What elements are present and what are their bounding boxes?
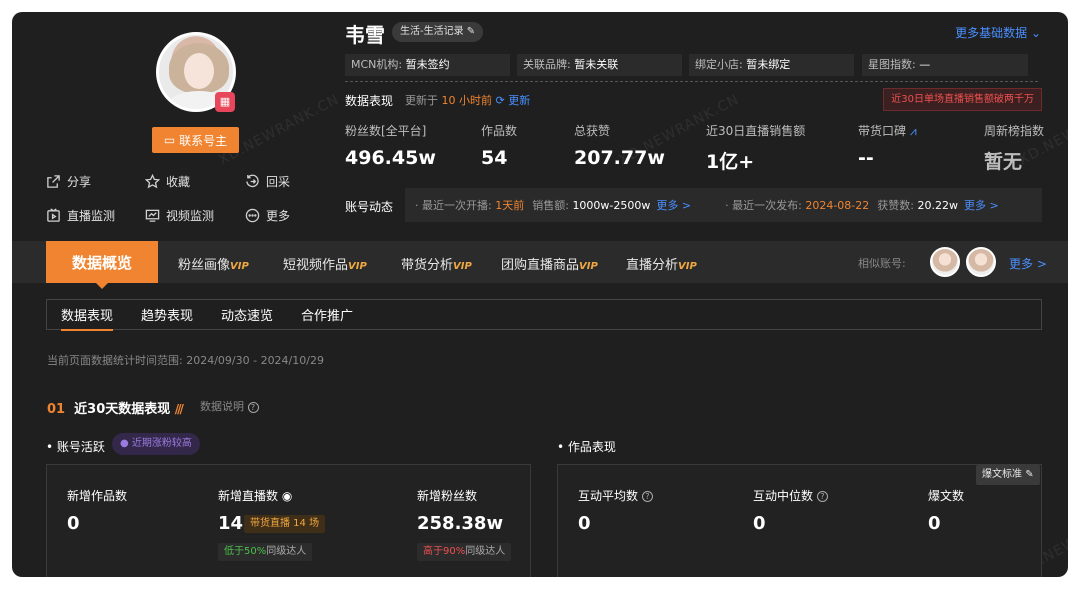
stat-value: 54 — [481, 147, 508, 169]
qr-code-icon[interactable]: ▦ — [215, 92, 235, 112]
new-works-label: 新增作品数 — [67, 489, 128, 503]
sales-alert-badge: 近30日单场直播销售额破两千万 — [883, 88, 1042, 111]
contact-owner-button[interactable]: ▭ 联系号主 — [152, 127, 239, 153]
live-monitor-icon — [47, 208, 60, 222]
more-actions-button[interactable]: 更多 — [245, 207, 290, 224]
user-icon: ● — [120, 438, 129, 449]
similar-more-link[interactable]: 更多 > — [1009, 255, 1047, 272]
share-button[interactable]: 分享 — [46, 173, 91, 190]
main-tab-bar: 数据概览 粉丝画像VIP 短视频作品VIP 带货分析VIP 团购直播商品VIP … — [12, 241, 1068, 289]
sub-tab-bar: 数据表现 趋势表现 动态速览 合作推广 — [46, 299, 1042, 331]
refresh-button[interactable]: ⟳ 更新 — [496, 94, 531, 107]
hit-count-label: 爆文数 — [928, 489, 965, 503]
star-index-info: 星图指数: — — [862, 54, 1028, 76]
video-monitor-button[interactable]: 视频监测 — [145, 207, 214, 224]
chart-icon[interactable]: ⩘ — [910, 124, 917, 138]
subtab-dynamics[interactable]: 动态速览 — [207, 305, 287, 324]
stat-label: 作品数 — [481, 124, 518, 138]
account-dynamics: 账号动态 · 最近一次开播: 1天前 销售额: 1000w-2500w 更多 >… — [345, 188, 1042, 222]
help-icon: ? — [247, 401, 259, 413]
subtab-cooperation[interactable]: 合作推广 — [287, 305, 367, 324]
recollect-icon — [246, 174, 259, 188]
shop-info: 绑定小店: 暂未绑定 — [689, 54, 854, 76]
stat-value: 207.77w — [574, 147, 665, 169]
new-live-label: 新增直播数 ◉ — [218, 489, 293, 503]
stat-value: 496.45w — [345, 147, 436, 169]
more-icon — [245, 208, 260, 223]
subtab-trend[interactable]: 趋势表现 — [127, 305, 207, 324]
edit-icon[interactable]: ✎ — [467, 26, 475, 37]
new-works-value: 0 — [67, 513, 80, 534]
tab-live-analysis[interactable]: 直播分析VIP — [626, 254, 697, 273]
stat-label: 总获赞 — [574, 124, 611, 138]
bars-icon: /// — [174, 402, 184, 416]
favorite-button[interactable]: 收藏 — [145, 173, 190, 190]
tab-short-video[interactable]: 短视频作品VIP — [283, 254, 367, 273]
activity-title: • 账号活跃 — [46, 440, 105, 454]
date-range: 当前页面数据统计时间范围: 2024/09/30 - 2024/10/29 — [47, 354, 324, 367]
post-more-link[interactable]: 更多 > — [964, 197, 999, 213]
brand-info: 关联品牌: 暂未关联 — [517, 54, 682, 76]
median-interaction-value: 0 — [753, 513, 766, 534]
tab-group-live-goods[interactable]: 团购直播商品VIP — [501, 254, 598, 273]
works-title: • 作品表现 — [557, 440, 616, 454]
more-basic-data-link[interactable]: 更多基础数据 ⌄ — [955, 24, 1041, 41]
avg-interaction-value: 0 — [578, 513, 591, 534]
mcn-info: MCN机构: 暂未签约 — [345, 54, 510, 76]
category-tag[interactable]: 生活-生活记录 ✎ — [392, 22, 484, 42]
update-info: 更新于 10 小时前 ⟳ 更新 — [405, 94, 531, 107]
stat-label: 粉丝数[全平台] — [345, 124, 427, 138]
similar-account-avatar[interactable] — [930, 247, 960, 277]
divider — [345, 81, 1038, 82]
eye-icon: ◉ — [281, 489, 293, 503]
subtab-performance[interactable]: 数据表现 — [47, 305, 127, 331]
hit-count-value: 0 — [928, 513, 941, 534]
stat-label: 近30日直播销售额 — [706, 124, 806, 138]
chat-icon: ▭ — [163, 133, 176, 147]
similar-accounts-label: 相似账号: — [858, 257, 906, 270]
live-monitor-button[interactable]: 直播监测 — [46, 207, 115, 224]
section-title: 01 近30天数据表现 /// — [47, 402, 184, 417]
star-icon — [145, 174, 160, 189]
new-live-value: 14 — [218, 513, 244, 534]
tab-fans-portrait[interactable]: 粉丝画像VIP — [178, 254, 249, 273]
recollect-button[interactable]: 回采 — [245, 173, 290, 190]
fans-compare: 高于90%同级达人 — [417, 543, 512, 561]
fans-growth-badge: ● 近期涨粉较高 — [112, 433, 200, 455]
stat-value: -- — [858, 147, 874, 169]
stat-value: 1亿+ — [706, 151, 755, 173]
share-icon — [47, 175, 60, 188]
tab-overview[interactable]: 数据概览 — [46, 241, 158, 289]
hit-standard-button[interactable]: 爆文标准 ✎ — [976, 465, 1040, 485]
similar-account-avatar[interactable] — [966, 247, 996, 277]
avg-interaction-label: 互动平均数 ? — [578, 487, 653, 504]
help-icon: ? — [816, 491, 828, 502]
live-more-link[interactable]: 更多 > — [656, 197, 691, 213]
stat-label: 周新榜指数 — [984, 124, 1045, 138]
app-window: XD.NEWRANK.CN XD.NEWRANK.CN XD.NEWRANK.C… — [12, 12, 1068, 577]
data-explain-link[interactable]: 数据说明 ? — [200, 398, 259, 414]
stat-value: 暂无 — [984, 151, 1023, 173]
perf-title: 数据表现 — [345, 94, 394, 108]
edit-icon: ✎ — [1025, 469, 1034, 480]
help-icon: ? — [641, 491, 653, 502]
live-compare: 低于50%同级达人 — [218, 543, 313, 561]
works-card — [557, 464, 1042, 577]
video-monitor-icon — [145, 209, 160, 222]
new-fans-label: 新增粉丝数 — [417, 489, 478, 503]
tab-sales-analysis[interactable]: 带货分析VIP — [401, 254, 472, 273]
median-interaction-label: 互动中位数 ? — [753, 487, 828, 504]
account-name: 韦雪 — [345, 23, 385, 47]
stat-label: 带货口碑 ⩘ — [858, 124, 917, 138]
live-sales-pill: 带货直播 14 场 — [244, 515, 326, 533]
chevron-down-icon: ⌄ — [1030, 26, 1041, 40]
new-fans-value: 258.38w — [417, 513, 504, 534]
